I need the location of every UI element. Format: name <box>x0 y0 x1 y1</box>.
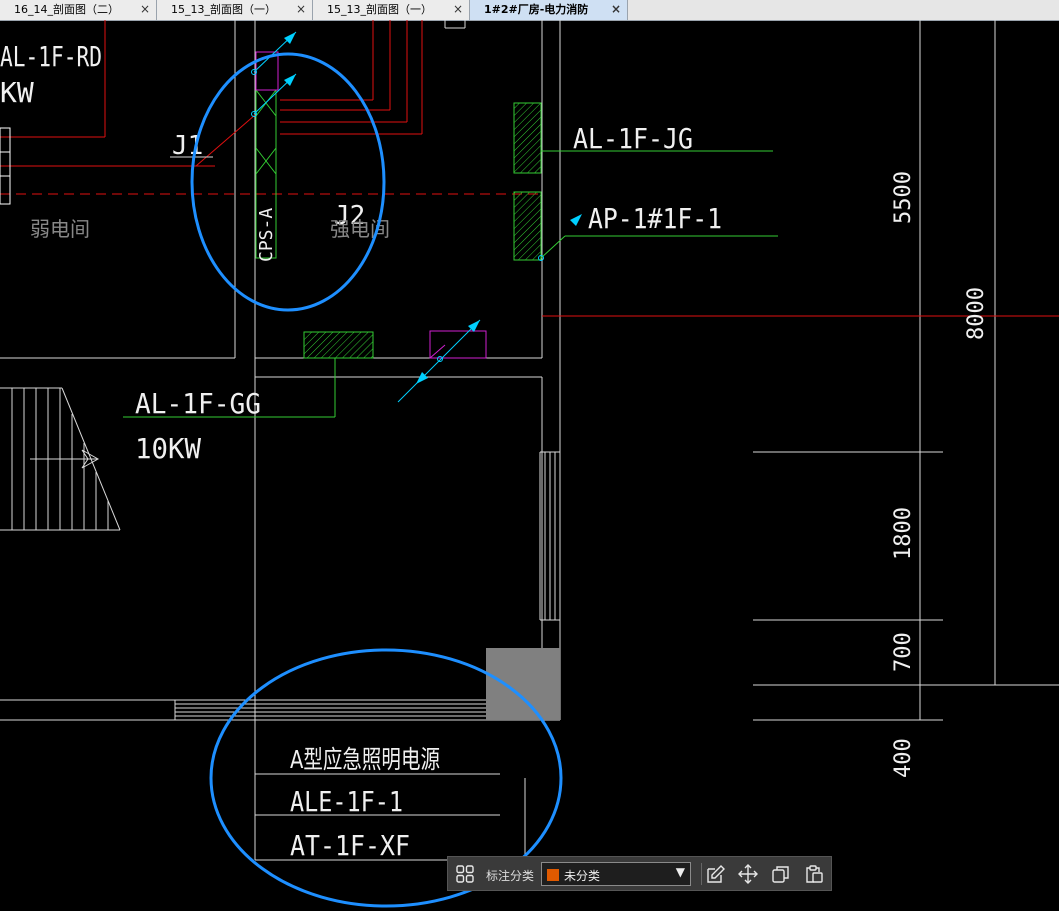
category-select[interactable]: 未分类 ▼ <box>541 862 691 886</box>
tab-label: 16_14_剖面图（二） <box>14 3 119 16</box>
label-al-1f-gg: AL-1F-GG <box>135 387 261 420</box>
tab-close-icon[interactable]: × <box>611 0 621 19</box>
tab-label: 15_13_剖面图（一） <box>327 3 432 16</box>
highlight-circle-cps <box>190 52 386 312</box>
tab-close-icon[interactable]: × <box>140 0 150 19</box>
chevron-down-icon: ▼ <box>675 865 685 879</box>
magenta-fixture <box>429 330 487 359</box>
cyan-arrows <box>251 31 544 403</box>
label-ale-1f-1: ALE-1F-1 <box>290 785 403 818</box>
tab-15-13-section-1-b[interactable]: 15_13_剖面图（一） × <box>313 0 470 20</box>
label-al-1f-jg: AL-1F-JG <box>573 122 693 155</box>
panel-ap-1f-1 <box>513 191 542 261</box>
panel-al-1f-gg <box>303 331 374 359</box>
tab-factory-power-fire[interactable]: 1#2#厂房-电力消防 × <box>470 0 628 20</box>
label-weak-current-room: 弱电间 <box>30 217 90 241</box>
tab-label: 15_13_剖面图（一） <box>171 3 276 16</box>
category-color-swatch <box>547 869 559 881</box>
dim-700: 700 <box>891 632 916 672</box>
column <box>486 648 560 720</box>
label-al-1f-rd: AL-1F-RD <box>0 40 102 73</box>
tab-15-13-section-1[interactable]: 15_13_剖面图（一） × <box>157 0 313 20</box>
tab-label: 1#2#厂房-电力消防 <box>484 3 589 16</box>
label-cps-a: CPS-A <box>256 208 277 262</box>
tab-close-icon[interactable]: × <box>453 0 463 19</box>
dim-400: 400 <box>891 738 916 778</box>
edit-icon[interactable] <box>704 863 726 885</box>
tab-16-14-section-2[interactable]: 16_14_剖面图（二） × <box>0 0 157 20</box>
label-ap-1-1f-1: AP-1#1F-1 <box>588 202 722 235</box>
dim-1800: 1800 <box>891 507 916 560</box>
cad-drawing-canvas[interactable]: AL-1F-RD KW J1 J2 AL-1F-JG AP-1#1F-1 AL-… <box>0 20 1059 911</box>
label-10kw: 10KW <box>135 432 201 465</box>
move-icon[interactable] <box>737 863 759 885</box>
staircase <box>0 387 121 531</box>
panel-al-1f-jg <box>513 102 542 174</box>
dim-5500: 5500 <box>891 171 916 224</box>
grid-icon[interactable] <box>454 863 476 885</box>
category-label: 标注分类 <box>486 869 535 883</box>
paste-icon[interactable] <box>803 863 825 885</box>
tab-bar: 16_14_剖面图（二） × 15_13_剖面图（一） × 15_13_剖面图（… <box>0 0 1059 21</box>
toolbar-divider <box>701 863 702 885</box>
label-kw: KW <box>0 76 34 109</box>
dim-8000: 8000 <box>964 287 989 340</box>
tab-close-icon[interactable]: × <box>296 0 306 19</box>
copy-icon[interactable] <box>770 863 792 885</box>
category-value: 未分类 <box>564 869 601 883</box>
label-emergency-lighting-power: A型应急照明电源 <box>290 745 440 774</box>
annotation-toolbar: 标注分类 未分类 ▼ <box>447 856 832 891</box>
label-at-1f-xf: AT-1F-XF <box>290 829 410 862</box>
